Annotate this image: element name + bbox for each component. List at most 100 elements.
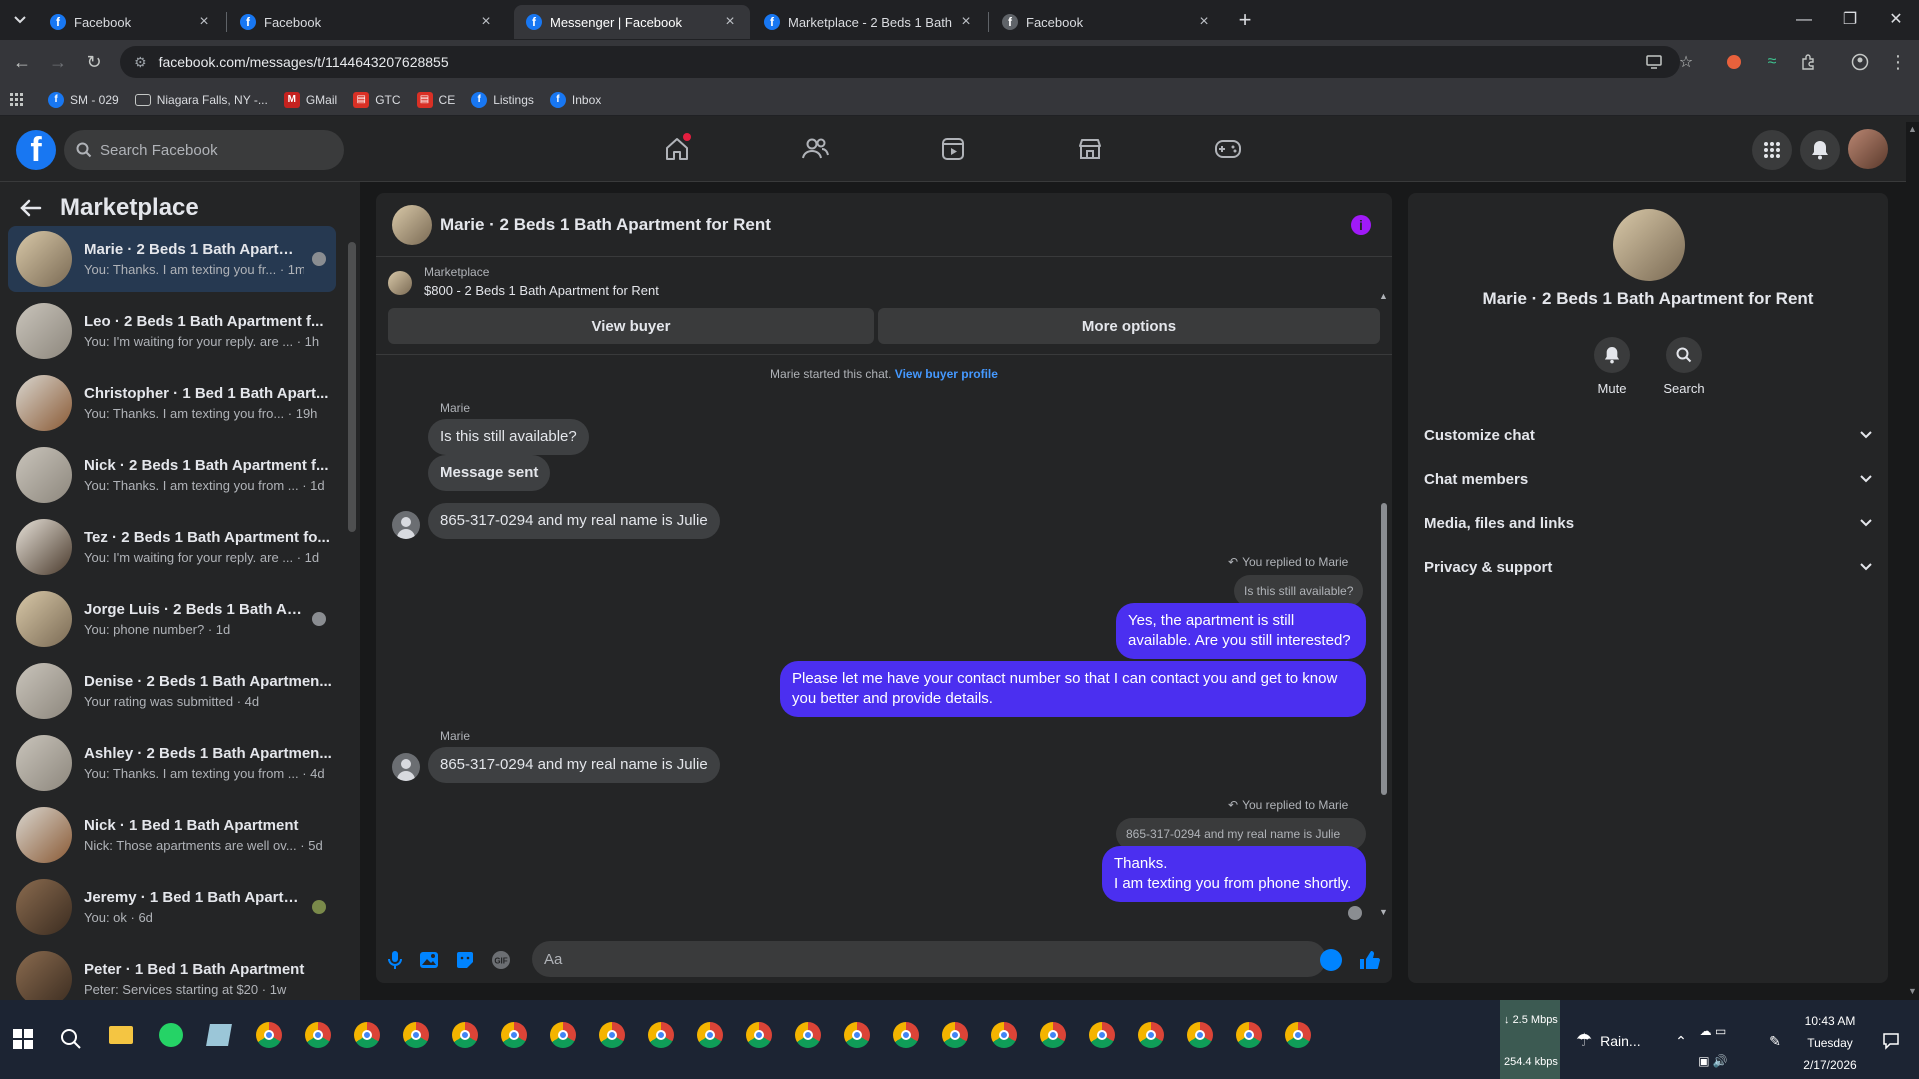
tab-search-icon[interactable] bbox=[10, 10, 30, 30]
chrome-icon[interactable] bbox=[1038, 1020, 1068, 1050]
extension-2-icon[interactable]: ≈ bbox=[1760, 50, 1784, 74]
conversation-item-ashley[interactable]: Ashley · 2 Beds 1 Bath Apartmen... You: T… bbox=[8, 730, 336, 796]
conversation-item-denise[interactable]: Denise · 2 Beds 1 Bath Apartmen... Your r… bbox=[8, 658, 336, 724]
chrome-icon[interactable] bbox=[1283, 1020, 1313, 1050]
chrome-icon[interactable] bbox=[352, 1020, 382, 1050]
reload-button[interactable]: ↻ bbox=[82, 50, 106, 74]
page-scrollbar[interactable]: ▲ ▼ bbox=[1906, 122, 1919, 1000]
bookmark-star-icon[interactable]: ☆ bbox=[1674, 50, 1698, 74]
nav-gaming[interactable] bbox=[1208, 129, 1248, 169]
conversation-item-nick[interactable]: Nick · 2 Beds 1 Bath Apartment f... You: … bbox=[8, 442, 336, 508]
browser-tab-4[interactable]: f Marketplace - 2 Beds 1 Bath Ap × bbox=[752, 5, 986, 39]
scroll-up-arrow[interactable]: ▲ bbox=[1379, 291, 1388, 301]
microphone-icon[interactable] bbox=[384, 949, 406, 971]
close-icon[interactable]: × bbox=[196, 13, 212, 31]
apps-grid-icon[interactable] bbox=[10, 92, 24, 107]
chrome-icon[interactable] bbox=[989, 1020, 1019, 1050]
conversation-item-leo[interactable]: Leo · 2 Beds 1 Bath Apartment f... You: I… bbox=[8, 298, 336, 364]
outgoing-message[interactable]: Please let me have your contact number s… bbox=[780, 661, 1366, 717]
customize-chat-section[interactable]: Customize chat bbox=[1424, 415, 1872, 455]
conversation-item-marie[interactable]: Marie · 2 Beds 1 Bath Apartm... You: Than… bbox=[8, 226, 336, 292]
browser-tab-1[interactable]: f Facebook × bbox=[38, 5, 224, 39]
restore-button[interactable]: ❐ bbox=[1830, 8, 1870, 32]
bookmark-listings[interactable]: f Listings bbox=[471, 91, 534, 108]
close-icon[interactable]: × bbox=[478, 13, 494, 31]
network-volume-icons[interactable]: ▣ 🔊 bbox=[1698, 1046, 1728, 1076]
chrome-icon[interactable] bbox=[940, 1020, 970, 1050]
scroll-down-arrow[interactable]: ▼ bbox=[1379, 907, 1388, 917]
bookmark-ce[interactable]: ▤ CE bbox=[416, 91, 455, 108]
close-icon[interactable]: × bbox=[1196, 13, 1212, 31]
chrome-icon[interactable] bbox=[744, 1020, 774, 1050]
chrome-icon[interactable] bbox=[1185, 1020, 1215, 1050]
nav-video[interactable] bbox=[933, 129, 973, 169]
sidebar-scrollbar[interactable] bbox=[348, 242, 356, 532]
notification-center-icon[interactable] bbox=[1876, 1026, 1906, 1056]
extensions-puzzle-icon[interactable] bbox=[1796, 50, 1820, 74]
chrome-icon[interactable] bbox=[450, 1020, 480, 1050]
chrome-icon[interactable] bbox=[646, 1020, 676, 1050]
new-tab-button[interactable]: + bbox=[1232, 8, 1258, 34]
conversation-item-christopher[interactable]: Christopher · 1 Bed 1 Bath Apart... You: … bbox=[8, 370, 336, 436]
message-input[interactable]: Aa bbox=[532, 941, 1326, 977]
nav-friends[interactable] bbox=[795, 129, 835, 169]
media-files-links-section[interactable]: Media, files and links bbox=[1424, 503, 1872, 543]
bookmark-sm029[interactable]: f SM - 029 bbox=[48, 91, 119, 108]
scroll-down-arrow[interactable]: ▼ bbox=[1908, 986, 1917, 996]
incoming-message[interactable]: Is this still available? bbox=[428, 419, 589, 455]
chrome-icon[interactable] bbox=[1136, 1020, 1166, 1050]
site-info-icon[interactable]: ⚙ bbox=[134, 54, 147, 71]
search-icon[interactable] bbox=[56, 1024, 86, 1054]
bookmark-gmail[interactable]: M GMail bbox=[283, 91, 337, 108]
close-icon[interactable]: × bbox=[958, 13, 974, 31]
back-button[interactable]: ← bbox=[10, 50, 34, 74]
chrome-icon[interactable] bbox=[499, 1020, 529, 1050]
tray-icons[interactable]: ☁ ▭ bbox=[1698, 1016, 1728, 1046]
privacy-support-section[interactable]: Privacy & support bbox=[1424, 547, 1872, 587]
whatsapp-icon[interactable] bbox=[156, 1020, 186, 1050]
sender-avatar[interactable] bbox=[392, 511, 420, 539]
facebook-logo[interactable]: f bbox=[16, 130, 56, 170]
install-app-icon[interactable] bbox=[1642, 50, 1666, 74]
menu-button[interactable] bbox=[1752, 130, 1792, 170]
view-buyer-button[interactable]: View buyer bbox=[388, 308, 874, 344]
chrome-icon[interactable] bbox=[891, 1020, 921, 1050]
conversation-item-jorge-luis[interactable]: Jorge Luis · 2 Beds 1 Bath Apa... You: ph… bbox=[8, 586, 336, 652]
pen-icon[interactable]: ✎ bbox=[1760, 1026, 1790, 1056]
outgoing-message[interactable]: Yes, the apartment is still available. A… bbox=[1116, 603, 1366, 659]
file-explorer-icon[interactable] bbox=[106, 1020, 136, 1050]
clock[interactable]: 10:43 AM Tuesday 2/17/2026 bbox=[1790, 1010, 1870, 1076]
chrome-icon[interactable] bbox=[793, 1020, 823, 1050]
profile-icon[interactable] bbox=[1848, 50, 1872, 74]
chrome-menu-icon[interactable]: ⋮ bbox=[1886, 50, 1910, 74]
app-icon[interactable] bbox=[204, 1020, 234, 1050]
conversation-item-jeremy[interactable]: Jeremy · 1 Bed 1 Bath Apartm... You: ok ·… bbox=[8, 874, 336, 940]
nav-marketplace[interactable] bbox=[1070, 129, 1110, 169]
address-bar[interactable]: ⚙ facebook.com/messages/t/11446432076288… bbox=[120, 46, 1680, 78]
windows-start-icon[interactable] bbox=[8, 1024, 38, 1054]
browser-tab-3[interactable]: f Messenger | Facebook × bbox=[514, 5, 750, 39]
chrome-icon[interactable] bbox=[1234, 1020, 1264, 1050]
nav-home[interactable] bbox=[657, 129, 697, 169]
incoming-message[interactable]: 865-317-0294 and my real name is Julie bbox=[428, 747, 720, 783]
mute-button[interactable]: Mute bbox=[1582, 337, 1642, 396]
notifications-button[interactable] bbox=[1800, 130, 1840, 170]
chrome-icon[interactable] bbox=[842, 1020, 872, 1050]
chat-scrollbar[interactable] bbox=[1381, 503, 1387, 795]
bookmark-gtc[interactable]: ▤ GTC bbox=[353, 91, 401, 108]
conversation-item-tez[interactable]: Tez · 2 Beds 1 Bath Apartment fo... You: … bbox=[8, 514, 336, 580]
sender-avatar[interactable] bbox=[392, 753, 420, 781]
chrome-icon[interactable] bbox=[303, 1020, 333, 1050]
scroll-up-arrow[interactable]: ▲ bbox=[1908, 124, 1917, 134]
search-in-chat-button[interactable]: Search bbox=[1654, 337, 1714, 396]
forward-button[interactable]: → bbox=[46, 50, 70, 74]
chat-members-section[interactable]: Chat members bbox=[1424, 459, 1872, 499]
thumbs-up-icon[interactable] bbox=[1358, 949, 1380, 971]
chrome-icon[interactable] bbox=[695, 1020, 725, 1050]
chrome-icon[interactable] bbox=[401, 1020, 431, 1050]
incoming-message[interactable]: 865-317-0294 and my real name is Julie bbox=[428, 503, 720, 539]
info-icon[interactable]: i bbox=[1351, 215, 1371, 235]
chat-avatar[interactable] bbox=[392, 205, 432, 245]
conversation-item-peter[interactable]: Peter · 1 Bed 1 Bath Apartment Peter: Ser… bbox=[8, 946, 336, 1000]
window-close-button[interactable]: ✕ bbox=[1876, 8, 1916, 32]
